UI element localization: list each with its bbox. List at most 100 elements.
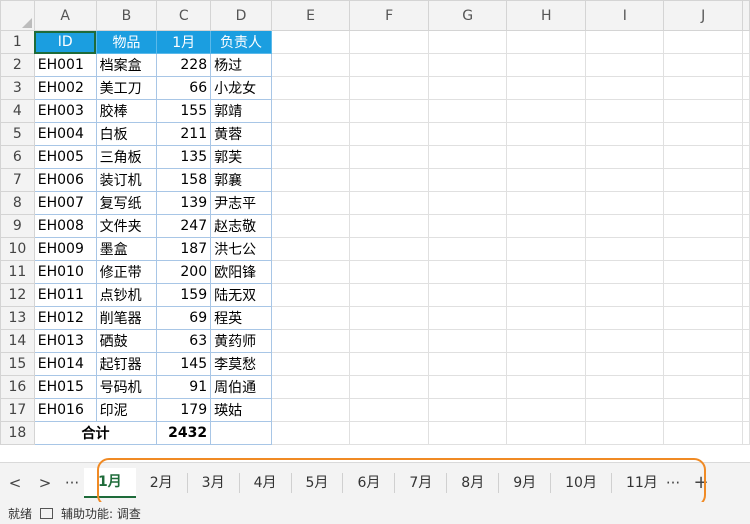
- empty-cell[interactable]: [585, 99, 665, 123]
- cell-qty[interactable]: 200: [156, 260, 212, 284]
- empty-cell[interactable]: [585, 375, 665, 399]
- cell-item[interactable]: 档案盒: [95, 53, 158, 77]
- empty-cell[interactable]: [427, 237, 508, 261]
- row-header[interactable]: 11: [0, 260, 35, 284]
- cell-item[interactable]: 号码机: [95, 375, 158, 399]
- column-header-f[interactable]: F: [349, 0, 429, 31]
- empty-cell[interactable]: [742, 53, 750, 77]
- cell-item[interactable]: 美工刀: [95, 76, 158, 100]
- cell-owner[interactable]: 李莫愁: [210, 352, 272, 376]
- empty-cell[interactable]: [663, 421, 743, 445]
- empty-cell[interactable]: [742, 99, 750, 123]
- empty-cell[interactable]: [585, 398, 665, 422]
- cell-owner[interactable]: 瑛姑: [210, 398, 272, 422]
- row-header[interactable]: 10: [0, 237, 35, 261]
- empty-cell[interactable]: [349, 352, 429, 376]
- cell-item[interactable]: 修正带: [95, 260, 158, 284]
- empty-cell[interactable]: [270, 76, 351, 100]
- empty-cell[interactable]: [270, 122, 351, 146]
- empty-cell[interactable]: [742, 306, 750, 330]
- cell-owner[interactable]: 黄药师: [210, 329, 272, 353]
- sheet-tab-5[interactable]: 5月: [292, 472, 344, 493]
- cell-item[interactable]: 白板: [95, 122, 158, 146]
- empty-cell[interactable]: [663, 191, 743, 215]
- empty-cell[interactable]: [270, 352, 351, 376]
- empty-cell[interactable]: [742, 145, 750, 169]
- sheet-tab-7[interactable]: 7月: [395, 472, 448, 493]
- empty-cell[interactable]: [427, 214, 508, 238]
- cell-item[interactable]: 点钞机: [95, 283, 158, 307]
- cell-id[interactable]: EH011: [33, 283, 97, 307]
- empty-cell[interactable]: [349, 30, 429, 54]
- empty-cell[interactable]: [663, 306, 743, 330]
- empty-cell[interactable]: [742, 76, 750, 100]
- empty-cell[interactable]: [742, 352, 750, 376]
- empty-cell[interactable]: [742, 30, 750, 54]
- spreadsheet-grid[interactable]: A B C D E F G H I J 1 ID 物品 1月 负责人 2 EH001 档案盒 228 杨过 3 EH002…: [0, 0, 750, 462]
- cell-id[interactable]: EH010: [33, 260, 97, 284]
- cell-id[interactable]: EH014: [33, 352, 97, 376]
- empty-cell[interactable]: [663, 283, 743, 307]
- empty-cell[interactable]: [349, 421, 429, 445]
- cell-item[interactable]: 印泥: [95, 398, 158, 422]
- empty-cell[interactable]: [349, 122, 429, 146]
- row-header[interactable]: 16: [0, 375, 35, 399]
- empty-cell[interactable]: [663, 237, 743, 261]
- empty-cell[interactable]: [742, 375, 750, 399]
- empty-cell[interactable]: [506, 283, 587, 307]
- cell-owner[interactable]: 陆无双: [210, 283, 272, 307]
- sheet-tab-10[interactable]: 10月: [551, 472, 612, 493]
- row-header[interactable]: 1: [0, 30, 35, 54]
- cell[interactable]: [210, 421, 272, 445]
- cell-id[interactable]: EH001: [33, 53, 97, 77]
- row-header[interactable]: 17: [0, 398, 35, 422]
- cell-owner[interactable]: 郭芙: [210, 145, 272, 169]
- empty-cell[interactable]: [742, 168, 750, 192]
- column-header-g[interactable]: G: [427, 0, 508, 31]
- empty-cell[interactable]: [349, 398, 429, 422]
- empty-cell[interactable]: [585, 283, 665, 307]
- empty-cell[interactable]: [506, 329, 587, 353]
- empty-cell[interactable]: [663, 99, 743, 123]
- cell-owner[interactable]: 小龙女: [210, 76, 272, 100]
- cell-item[interactable]: 装订机: [95, 168, 158, 192]
- cell-item[interactable]: 削笔器: [95, 306, 158, 330]
- cell-id[interactable]: EH007: [33, 191, 97, 215]
- empty-cell[interactable]: [585, 168, 665, 192]
- empty-cell[interactable]: [585, 237, 665, 261]
- empty-cell[interactable]: [270, 237, 351, 261]
- accessibility-status[interactable]: 辅助功能: 调查: [61, 505, 141, 522]
- empty-cell[interactable]: [427, 76, 508, 100]
- cell-id-header[interactable]: ID: [33, 30, 97, 54]
- empty-cell[interactable]: [349, 283, 429, 307]
- empty-cell[interactable]: [663, 329, 743, 353]
- cell-qty[interactable]: 211: [156, 122, 212, 146]
- cell-item[interactable]: 胶棒: [95, 99, 158, 123]
- empty-cell[interactable]: [506, 352, 587, 376]
- empty-cell[interactable]: [349, 306, 429, 330]
- row-header[interactable]: 12: [0, 283, 35, 307]
- empty-cell[interactable]: [270, 214, 351, 238]
- cell-item[interactable]: 墨盒: [95, 237, 158, 261]
- empty-cell[interactable]: [427, 168, 508, 192]
- empty-cell[interactable]: [585, 421, 665, 445]
- empty-cell[interactable]: [742, 122, 750, 146]
- empty-cell[interactable]: [349, 76, 429, 100]
- empty-cell[interactable]: [270, 145, 351, 169]
- add-sheet-button[interactable]: +: [684, 472, 718, 493]
- empty-cell[interactable]: [427, 421, 508, 445]
- empty-cell[interactable]: [270, 306, 351, 330]
- cell-month-header[interactable]: 1月: [156, 30, 212, 54]
- empty-cell[interactable]: [506, 76, 587, 100]
- empty-cell[interactable]: [349, 329, 429, 353]
- empty-cell[interactable]: [349, 375, 429, 399]
- empty-cell[interactable]: [585, 76, 665, 100]
- empty-cell[interactable]: [742, 237, 750, 261]
- empty-cell[interactable]: [349, 53, 429, 77]
- empty-cell[interactable]: [663, 168, 743, 192]
- empty-cell[interactable]: [585, 352, 665, 376]
- empty-cell[interactable]: [427, 306, 508, 330]
- empty-cell[interactable]: [427, 30, 508, 54]
- column-header-c[interactable]: C: [156, 0, 212, 31]
- empty-cell[interactable]: [506, 168, 587, 192]
